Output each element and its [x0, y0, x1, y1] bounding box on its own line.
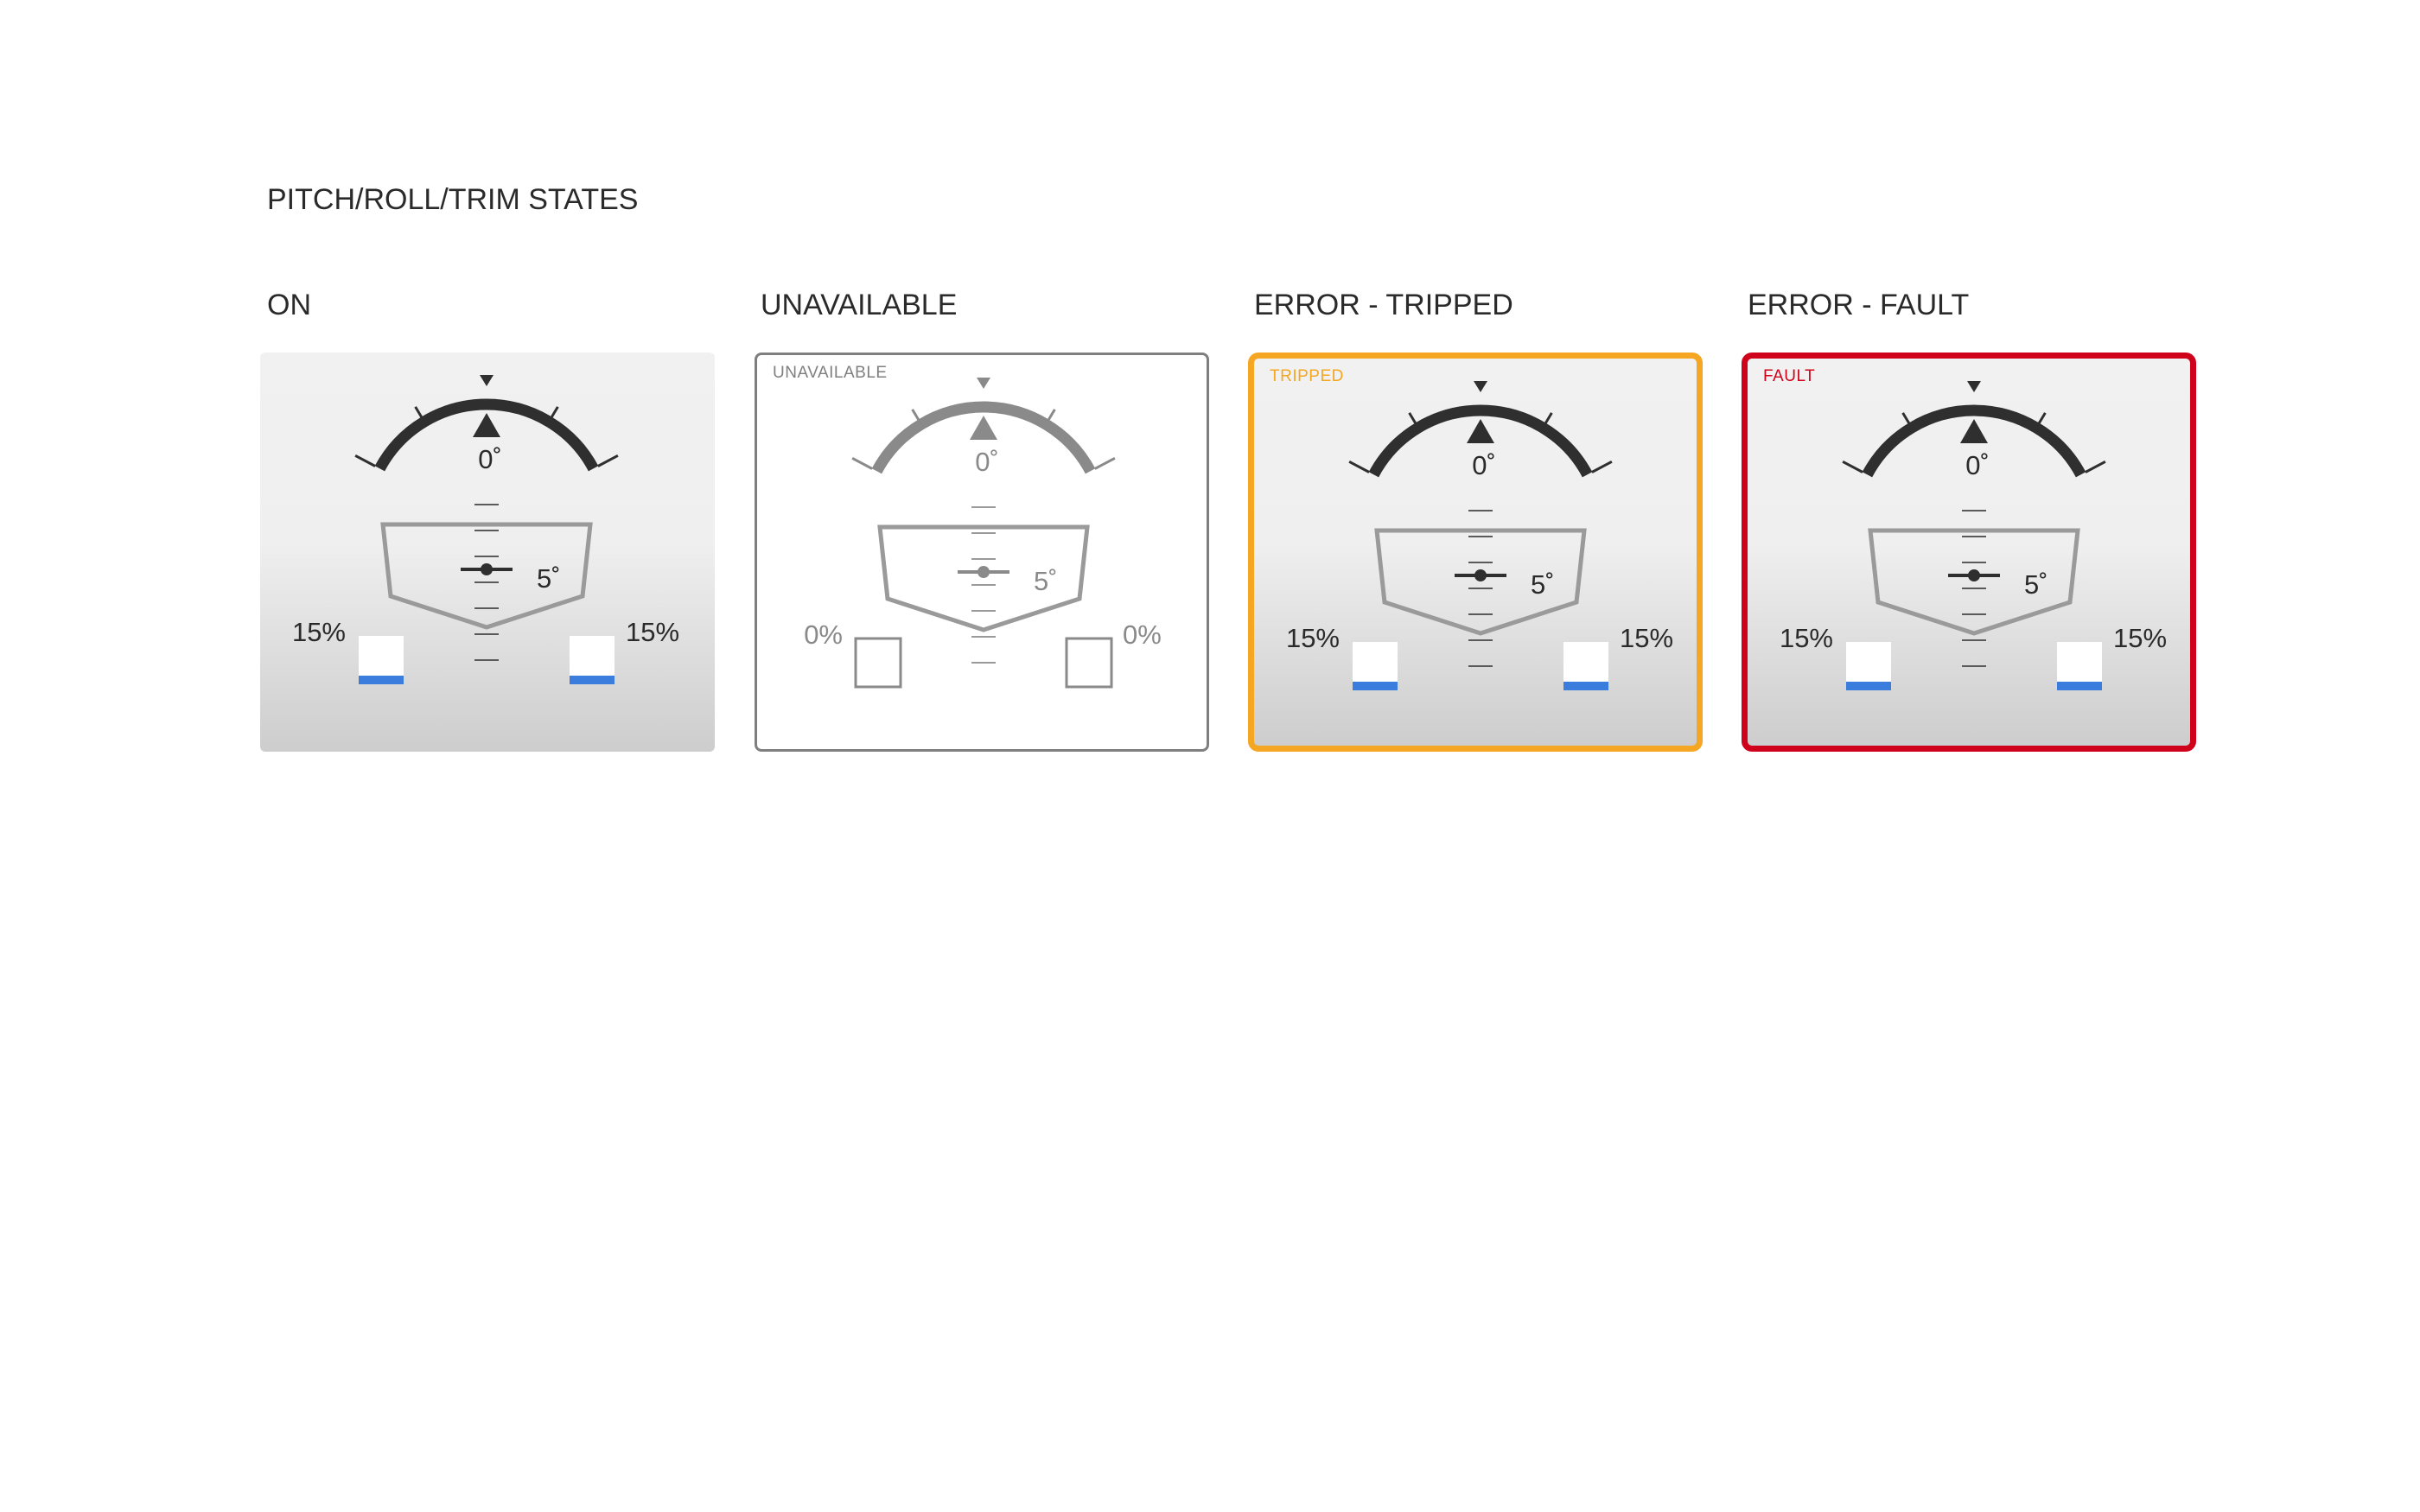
- roll-tick-right-inner: [550, 406, 559, 418]
- roll-tick-right-inner: [1544, 412, 1553, 424]
- trim-left-fill: [359, 676, 404, 684]
- state-label-error-tripped: ERROR - TRIPPED: [1254, 289, 1513, 321]
- pitch-indicator-dot: [1968, 569, 1980, 581]
- trim-left-value: 15%: [292, 617, 346, 647]
- roll-value: 0˚: [1965, 450, 1990, 480]
- roll-indicator-pointer: [1474, 381, 1487, 392]
- pitch-value: 5˚: [1531, 569, 1555, 600]
- gauge-svg: 0˚ 5˚ 0% 0%: [804, 378, 1162, 689]
- trim-right-fill: [1563, 682, 1608, 690]
- roll-indicator-pointer: [480, 375, 494, 386]
- page-title: PITCH/ROLL/TRIM STATES: [267, 183, 639, 216]
- roll-tick-left-inner: [1408, 412, 1417, 424]
- roll-tick-right-outer: [597, 454, 619, 467]
- trim-left-value: 15%: [1780, 623, 1833, 653]
- trim-left-value: 0%: [804, 619, 843, 650]
- gauge-svg: 0˚ 5˚ 15% 15%: [1286, 381, 1673, 690]
- roll-tick-right-inner: [2037, 412, 2047, 424]
- roll-tick-right-outer: [1591, 460, 1613, 473]
- pitch-ladder: [1468, 510, 1493, 667]
- pitch-ladder: [474, 504, 499, 661]
- roll-tick-left-inner: [1901, 412, 1911, 424]
- roll-tick-left-outer: [851, 456, 873, 470]
- pitch-roll-trim-panel-on[interactable]: 0˚ 5˚ 15% 15%: [260, 353, 715, 752]
- trim-right-value: 15%: [1620, 623, 1673, 653]
- roll-indicator-pointer: [977, 378, 990, 389]
- gauge-svg: 0˚ 5˚ 15% 15%: [292, 375, 679, 684]
- state-label-unavailable: UNAVAILABLE: [761, 289, 958, 321]
- roll-center-triangle: [1467, 419, 1494, 443]
- pitch-ladder: [971, 506, 996, 664]
- trim-right-box: [1065, 637, 1113, 689]
- roll-value: 0˚: [1472, 450, 1496, 480]
- pitch-indicator-dot: [481, 563, 493, 575]
- roll-indicator-pointer: [1967, 381, 1981, 392]
- trim-left-fill: [1353, 682, 1398, 690]
- roll-tick-left-inner: [414, 406, 424, 418]
- roll-tick-right-outer: [1094, 456, 1116, 470]
- trim-right-value: 15%: [626, 617, 679, 647]
- roll-center-triangle: [970, 416, 997, 440]
- pitch-value: 5˚: [2024, 569, 2048, 600]
- trim-right-fill: [2057, 682, 2102, 690]
- trim-right-value: 15%: [2113, 623, 2167, 653]
- pitch-indicator-dot: [1474, 569, 1487, 581]
- roll-value: 0˚: [478, 444, 502, 474]
- pitch-indicator-dot: [978, 566, 990, 578]
- pitch-value: 5˚: [1034, 566, 1058, 596]
- roll-tick-left-outer: [1842, 460, 1863, 473]
- trim-left-fill: [1846, 682, 1891, 690]
- trim-right-value: 0%: [1123, 619, 1162, 650]
- pitch-roll-trim-panel-unavailable[interactable]: UNAVAILABLE 0˚ 5˚ 0% 0%: [755, 353, 1209, 752]
- state-label-error-fault: ERROR - FAULT: [1748, 289, 1970, 321]
- pitch-value: 5˚: [537, 563, 561, 594]
- pitch-roll-trim-panel-fault[interactable]: FAULT 0˚ 5˚ 15% 15%: [1742, 353, 2196, 752]
- roll-center-triangle: [1960, 419, 1988, 443]
- state-label-on: ON: [267, 289, 311, 321]
- roll-tick-right-inner: [1047, 409, 1056, 421]
- roll-center-triangle: [473, 413, 500, 437]
- roll-tick-left-outer: [354, 454, 376, 467]
- trim-left-box: [854, 637, 902, 689]
- roll-tick-left-inner: [911, 409, 920, 421]
- gauge-svg: 0˚ 5˚ 15% 15%: [1780, 381, 2167, 690]
- trim-right-fill: [570, 676, 615, 684]
- roll-value: 0˚: [975, 447, 999, 477]
- trim-left-value: 15%: [1286, 623, 1340, 653]
- pitch-ladder: [1962, 510, 1986, 667]
- roll-tick-right-outer: [2085, 460, 2106, 473]
- pitch-roll-trim-panel-tripped[interactable]: TRIPPED 0˚ 5˚ 15% 15%: [1248, 353, 1703, 752]
- roll-tick-left-outer: [1348, 460, 1370, 473]
